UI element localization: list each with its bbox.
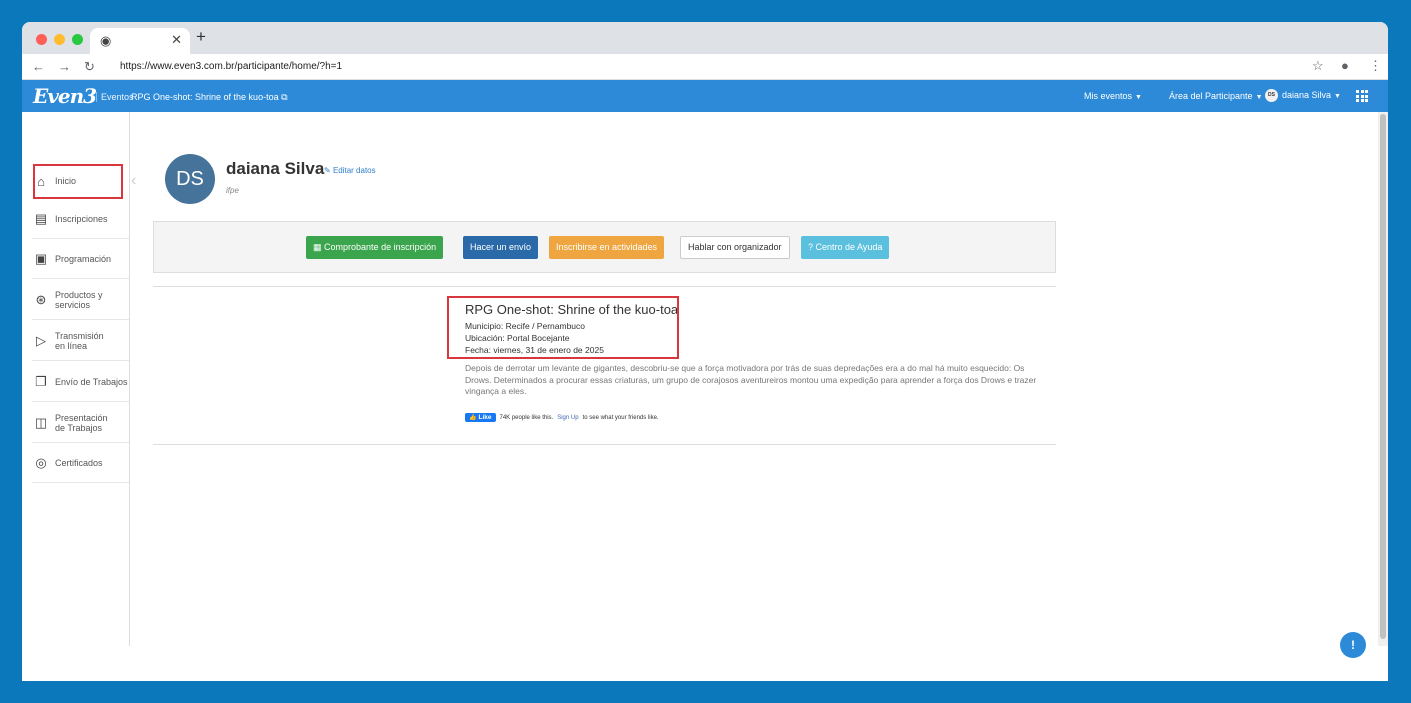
- event-breadcrumb[interactable]: RPG One-shot: Shrine of the kuo-toa ⧉: [131, 92, 288, 102]
- menu-kebab-icon[interactable]: ⋮: [1369, 58, 1382, 74]
- new-tab-icon[interactable]: +: [196, 27, 206, 47]
- user-menu-name: daiana Silva: [1282, 89, 1332, 100]
- sidebar-item-label: Presentación de Trabajos: [55, 412, 108, 433]
- reload-icon[interactable]: ↻: [84, 59, 95, 75]
- sidebar-item-certificados[interactable]: ◎ Certificados: [32, 444, 129, 483]
- certificate-icon: ◎: [35, 455, 47, 470]
- sidebar-item-label: Envío de Trabajos: [55, 376, 128, 387]
- receipt-button-label: Comprobante de inscripción: [324, 242, 437, 252]
- caret-down-icon: ▼: [1255, 94, 1263, 101]
- submit-work-button[interactable]: Hacer un envío: [463, 236, 539, 259]
- page-content: ⌂ Inicio ▤ Inscripciones ▣ Programación …: [22, 112, 1388, 681]
- play-icon: ▷: [36, 332, 46, 348]
- url-field[interactable]: https://www.even3.com.br/participante/ho…: [118, 58, 1298, 76]
- sidebar-item-label: Productos y servicios: [55, 289, 103, 310]
- my-events-label: Mis eventos: [1084, 91, 1133, 101]
- browser-tab[interactable]: ◉ ✕: [90, 28, 190, 54]
- contact-organizer-button[interactable]: Hablar con organizador: [680, 236, 790, 259]
- chat-help-icon[interactable]: !: [1340, 632, 1366, 658]
- event-description: Depois de derrotar um levante de gigante…: [465, 363, 1037, 396]
- grid-icon: ▦: [313, 242, 322, 252]
- profile-icon[interactable]: ●: [1341, 58, 1349, 73]
- sidebar-item-presentacion[interactable]: ◫ Presentación de Trabajos: [32, 403, 129, 443]
- close-tab-icon[interactable]: ✕: [171, 32, 182, 48]
- maximize-window-button[interactable]: [72, 34, 83, 45]
- back-icon[interactable]: ←: [32, 59, 45, 74]
- documents-icon: ❐: [35, 373, 47, 389]
- caret-down-icon: ▼: [1135, 94, 1142, 101]
- help-center-label: Centro de Ayuda: [815, 242, 883, 252]
- participant-area-label: Área del Participante: [1169, 91, 1253, 101]
- edit-profile-link[interactable]: ✎ Editar datos: [324, 166, 376, 175]
- calendar-icon: ▣: [34, 251, 48, 266]
- sidebar-item-inscripciones[interactable]: ▤ Inscripciones: [32, 200, 129, 239]
- sidebar-item-label: Transmisión en línea: [55, 330, 104, 351]
- external-link-icon: ⧉: [281, 92, 288, 102]
- receipt-button[interactable]: ▦ Comprobante de inscripción: [306, 236, 444, 259]
- divider: [153, 444, 1056, 445]
- caret-down-icon: ▼: [1334, 92, 1341, 100]
- tab-strip: ◉ ✕ +: [22, 22, 1388, 54]
- action-bar: ▦ Comprobante de inscripción Hacer un en…: [153, 221, 1056, 273]
- events-link[interactable]: Eventos: [96, 92, 134, 102]
- address-bar: ← → ↻ https://www.even3.com.br/participa…: [22, 54, 1388, 80]
- activities-button[interactable]: Inscribirse en actividades: [549, 236, 665, 259]
- highlight-box-inicio: [33, 164, 123, 199]
- like-count: 74K people like this.: [499, 414, 554, 421]
- user-avatar-small: DS: [1265, 89, 1278, 102]
- avatar: DS: [165, 154, 215, 204]
- sidebar-item-label: Inscripciones: [55, 214, 108, 224]
- even3-logo[interactable]: Even3: [33, 84, 97, 108]
- sidebar-item-transmision[interactable]: ▷ Transmisión en línea: [32, 321, 129, 361]
- my-events-menu[interactable]: Mis eventos ▼: [1084, 91, 1142, 103]
- institution: ifpe: [226, 186, 239, 195]
- window-controls: [36, 34, 83, 45]
- minimize-window-button[interactable]: [54, 34, 65, 45]
- sidebar-item-label: Certificados: [55, 458, 103, 468]
- question-icon: ?: [808, 242, 814, 252]
- cart-icon: ⊛: [35, 291, 47, 307]
- highlight-box-event: [447, 296, 679, 359]
- sidebar-item-envio[interactable]: ❐ Envío de Trabajos: [32, 362, 129, 402]
- participant-area-menu[interactable]: Área del Participante ▼: [1169, 91, 1263, 103]
- sidebar-item-label: Programación: [55, 254, 112, 264]
- forward-icon[interactable]: →: [58, 59, 71, 74]
- user-menu[interactable]: DS daiana Silva ▼: [1265, 89, 1341, 102]
- help-center-button[interactable]: ? Centro de Ayuda: [801, 236, 890, 259]
- event-breadcrumb-label: RPG One-shot: Shrine of the kuo-toa: [131, 92, 279, 102]
- collapse-sidebar-icon[interactable]: ‹: [131, 172, 136, 190]
- edit-profile-label: Editar datos: [332, 166, 376, 175]
- bookmark-star-icon[interactable]: ☆: [1312, 58, 1324, 74]
- scrollbar[interactable]: [1378, 112, 1388, 646]
- presentation-icon: ◫: [34, 414, 48, 430]
- user-name: daiana Silva: [226, 159, 325, 178]
- sidebar-item-programacion[interactable]: ▣ Programación: [32, 240, 129, 279]
- divider: [153, 286, 1056, 287]
- ticket-icon: ▤: [34, 211, 48, 226]
- site-header: Even3 Eventos RPG One-shot: Shrine of th…: [22, 80, 1388, 112]
- like-suffix: to see what your friends like.: [582, 414, 659, 421]
- like-button[interactable]: Like: [465, 413, 496, 422]
- apps-grid-icon[interactable]: [1356, 90, 1368, 102]
- signup-link[interactable]: Sign Up: [557, 415, 578, 421]
- browser-window: ◉ ✕ + ← → ↻ https://www.even3.com.br/par…: [22, 22, 1388, 681]
- scrollbar-thumb[interactable]: [1380, 114, 1386, 639]
- facebook-like-widget: Like 74K people like this. Sign Up to se…: [465, 413, 659, 422]
- close-window-button[interactable]: [36, 34, 47, 45]
- chrome-icon: ◉: [100, 33, 112, 48]
- edit-icon: ✎: [324, 166, 331, 175]
- sidebar-item-productos[interactable]: ⊛ Productos y servicios: [32, 280, 129, 320]
